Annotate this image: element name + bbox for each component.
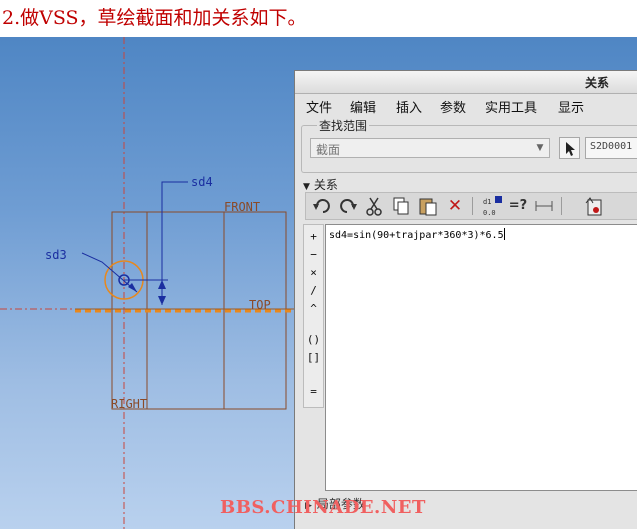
scope-type-select[interactable]: 截面 ▼ [310, 138, 550, 158]
unit-length-icon[interactable] [532, 195, 556, 217]
relation-line: sd4=sin(90+trajpar*360*3)*6.5 [329, 228, 505, 241]
chevron-down-icon: ▼ [536, 143, 544, 153]
dialog-title: 关系 [585, 76, 610, 90]
operator-equals-button[interactable]: = [304, 384, 323, 400]
operator-parentheses-button[interactable]: () [304, 332, 323, 348]
sd4-leader [161, 181, 188, 305]
operator-multiply-button[interactable]: × [304, 265, 323, 281]
sd3-label[interactable]: sd3 [45, 248, 67, 262]
evaluate-button[interactable]: =? [506, 195, 530, 217]
scope-item-value: S2D0001 [590, 141, 633, 152]
menu-file[interactable]: 文件 [306, 97, 332, 116]
delete-icon[interactable]: ✕ [443, 195, 467, 217]
relations-toolbar: ✕ d1 0.0 =? [305, 192, 637, 220]
relations-editor[interactable]: sd4=sin(90+trajpar*360*3)*6.5 [325, 224, 637, 491]
site-watermark: BBS.CHINADE.NET [220, 497, 426, 518]
scope-item-field[interactable]: S2D0001 [585, 137, 637, 159]
svg-text:d1: d1 [483, 198, 491, 206]
redo-icon[interactable] [336, 195, 360, 217]
relations-section-header[interactable]: ▼ 关系 [303, 176, 338, 193]
top-datum-label: TOP [249, 298, 271, 312]
operator-power-button[interactable]: ^ [304, 301, 323, 317]
text-caret [503, 228, 505, 240]
menu-parameters[interactable]: 参数 [440, 97, 466, 116]
menu-display[interactable]: 显示 [558, 97, 584, 116]
sd3-leader [81, 252, 138, 293]
sd4-label[interactable]: sd4 [191, 175, 213, 189]
undo-icon[interactable] [310, 195, 334, 217]
menu-insert[interactable]: 插入 [396, 97, 422, 116]
sd4-arrow-top [158, 280, 166, 289]
toolbar-separator [472, 197, 473, 215]
pointer-arrow-icon [566, 142, 575, 156]
operator-divide-button[interactable]: / [304, 283, 323, 299]
paste-icon[interactable] [416, 195, 440, 217]
search-scope-legend: 查找范围 [317, 117, 370, 134]
operator-plus-button[interactable]: + [304, 229, 323, 245]
dialog-menubar: 文件 编辑 插入 参数 实用工具 显示 [295, 94, 637, 116]
svg-text:0.0: 0.0 [483, 209, 496, 217]
switch-dimensions-icon[interactable]: d1 0.0 [480, 195, 504, 217]
scope-type-value: 截面 [316, 143, 341, 157]
relations-dialog: 关系 文件 编辑 插入 参数 实用工具 显示 查找范围 截面 ▼ S2D0001… [294, 70, 637, 529]
toolbar-separator [561, 197, 562, 215]
collapse-triangle-icon: ▼ [303, 182, 310, 192]
caption-text: 2.做VSS，草绘截面和加关系如下。 [2, 7, 307, 29]
verify-icon[interactable] [582, 195, 606, 217]
relations-section-label: 关系 [313, 178, 338, 192]
operator-bar: + − × / ^ () [] = [303, 224, 324, 408]
select-pointer-button[interactable] [559, 137, 580, 159]
relation-text: sd4=sin(90+trajpar*360*3)*6.5 [329, 230, 504, 241]
copy-icon[interactable] [389, 195, 413, 217]
operator-brackets-button[interactable]: [] [304, 350, 323, 366]
dialog-titlebar[interactable]: 关系 [295, 71, 637, 94]
menu-utilities[interactable]: 实用工具 [485, 97, 537, 116]
cut-icon[interactable] [362, 195, 386, 217]
sd4-arrow-bottom [158, 296, 166, 305]
sd3-arrow [128, 283, 137, 292]
operator-minus-button[interactable]: − [304, 247, 323, 263]
right-datum-label: RIGHT [111, 397, 148, 411]
instruction-caption: 2.做VSS，草绘截面和加关系如下。 [0, 0, 637, 37]
front-datum-label: FRONT [224, 200, 261, 214]
menu-edit[interactable]: 编辑 [350, 97, 376, 116]
